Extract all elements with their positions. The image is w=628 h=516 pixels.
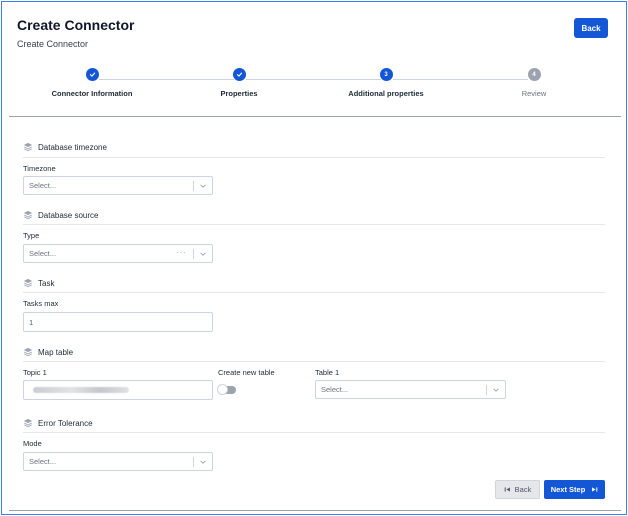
layers-icon [23,418,33,428]
section-title: Map table [38,347,74,357]
redacted-value [33,387,129,393]
section-header-source: Database source [23,210,98,220]
check-icon [85,68,99,81]
section-header-task: Task [23,278,54,288]
loading-dots-icon: ··· [176,248,187,257]
chevron-down-icon [200,252,206,256]
mode-select[interactable]: Select... [23,452,213,471]
divider [23,361,605,362]
layers-icon [23,278,33,288]
step-label: Connector Information [51,89,133,98]
table-label: Table 1 [315,368,340,377]
divider [9,510,621,511]
timezone-label: Timezone [23,164,56,173]
topic-label: Topic 1 [23,368,47,377]
step-number-badge: 3 [379,68,393,81]
divider [193,181,194,191]
next-step-button[interactable]: Next Step [544,480,605,499]
divider [9,116,621,117]
select-value: Select... [29,181,57,190]
divider [23,292,605,293]
section-title: Task [38,278,55,288]
footer-back-label: Back [514,485,532,494]
step-connector-information[interactable]: Connector Information [52,68,132,98]
table-select[interactable]: Select... [315,380,506,399]
section-header-timezone: Database timezone [23,142,107,152]
header-back-button[interactable]: Back [574,18,608,38]
section-title: Database timezone [38,142,107,152]
footer-back-button[interactable]: Back [495,480,540,499]
section-header-error-tolerance: Error Tolerance [23,418,93,428]
breadcrumb: Create Connector [17,39,89,49]
chevron-down-icon [200,460,206,464]
skip-back-icon [504,487,510,492]
next-step-label: Next Step [550,485,586,494]
type-label: Type [23,231,40,240]
mode-label: Mode [23,439,42,448]
step-review[interactable]: 4 Review [494,68,574,98]
layers-icon [23,142,33,152]
step-number-badge: 4 [527,68,541,81]
create-new-table-label: Create new table [218,368,275,377]
divider [193,249,194,259]
chevron-down-icon [200,184,206,188]
check-icon [232,68,246,81]
page-frame: Create Connector Create Connector Back C… [1,1,627,515]
select-value: Select... [29,457,57,466]
divider [23,224,605,225]
topic-input[interactable] [23,380,213,400]
chevron-down-icon [493,388,499,392]
create-new-table-toggle[interactable] [217,384,236,395]
toggle-knob [217,384,228,395]
tasks-max-label: Tasks max [23,299,59,308]
select-value: Select... [29,249,57,258]
divider [193,457,194,467]
layers-icon [23,347,33,357]
section-title: Error Tolerance [38,418,93,428]
layers-icon [23,210,33,220]
page-title: Create Connector [17,17,135,33]
step-label: Review [521,89,547,98]
step-properties[interactable]: Properties [199,68,279,98]
skip-forward-icon [592,487,598,492]
stepper: Connector Information Properties 3 Addit… [2,68,628,108]
step-additional-properties[interactable]: 3 Additional properties [346,68,426,98]
divider [23,157,605,158]
divider [23,432,605,433]
divider [486,385,487,395]
type-select[interactable]: Select... ··· [23,244,213,263]
tasks-max-input[interactable]: 1 [23,312,213,332]
timezone-select[interactable]: Select... [23,176,213,195]
step-label: Additional properties [348,89,424,98]
step-label: Properties [220,89,258,98]
section-title: Database source [38,210,99,220]
select-value: Select... [321,385,349,394]
section-header-map-table: Map table [23,347,73,357]
